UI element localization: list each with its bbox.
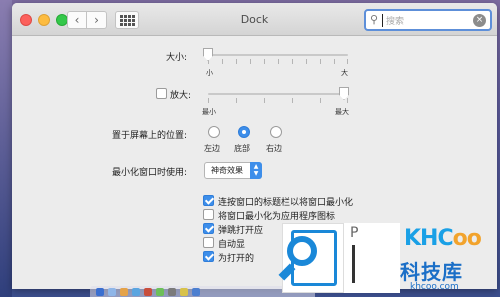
auto-hide-dock-label: 自动显 (218, 240, 246, 250)
magnification-slider-ticks (208, 98, 348, 103)
show-indicators-label: 为打开的 (218, 254, 255, 264)
position-label: 置于屏幕上的位置: (112, 131, 188, 141)
position-bottom-label: 底部 (234, 144, 250, 153)
minimize-effect-value: 神奇效果 (211, 166, 243, 175)
watermark-search-document-icon (278, 223, 344, 293)
watermark-brand: 科技库 (400, 260, 463, 284)
minimize-effect-popup[interactable]: 神奇效果 ▲ ▼ (204, 162, 262, 179)
dock-app-icon[interactable] (156, 288, 164, 296)
magnification-slider-track[interactable] (208, 93, 348, 95)
show-indicators-checkbox[interactable] (203, 251, 214, 262)
watermark-logo: KHCoo (404, 226, 482, 251)
double-click-minimize-checkbox[interactable] (203, 195, 214, 206)
size-label: 大小: (166, 53, 188, 63)
size-slider-track[interactable] (208, 54, 348, 56)
position-left-radio[interactable] (208, 126, 220, 138)
size-min-label: 小 (206, 69, 213, 77)
clear-icon[interactable]: × (473, 14, 486, 27)
animate-opening-apps-label: 弹跳打开应 (218, 226, 264, 236)
watermark-logo-accent: oo (452, 226, 482, 251)
watermark-logo-main: KHC (404, 226, 454, 251)
search-placeholder: 搜索 (386, 17, 405, 27)
desktop-background (0, 0, 12, 297)
magnification-min-label: 最小 (202, 108, 216, 116)
double-click-minimize-label: 连按窗口的标题栏以将窗口最小化 (218, 198, 354, 208)
watermark-letter: P (350, 225, 359, 241)
dock-app-icon[interactable] (168, 288, 176, 296)
minimize-effect-label: 最小化窗口时使用: (112, 168, 188, 178)
search-icon: ⚲ (370, 13, 379, 26)
position-right-label: 右边 (266, 144, 282, 153)
watermark-url: khcoo.com (410, 282, 459, 292)
dock-app-icon[interactable] (120, 288, 128, 296)
search-field[interactable]: ⚲ 搜索 × (364, 9, 492, 31)
watermark-divider (352, 245, 355, 283)
position-bottom-radio[interactable] (238, 126, 250, 138)
dock-app-icon[interactable] (108, 288, 116, 296)
magnification-checkbox[interactable] (156, 88, 167, 99)
dock-app-icon[interactable] (132, 288, 140, 296)
auto-hide-dock-checkbox[interactable] (203, 237, 214, 248)
magnifier-icon (287, 236, 317, 266)
magnification-max-label: 最大 (335, 108, 349, 116)
text-cursor (382, 14, 383, 27)
position-right-radio[interactable] (270, 126, 282, 138)
chevron-up-down-icon: ▲ ▼ (250, 162, 262, 179)
dock-app-icon[interactable] (192, 288, 200, 296)
size-slider-ticks (208, 59, 348, 64)
dock-app-icon[interactable] (96, 288, 104, 296)
dock-app-icon[interactable] (144, 288, 152, 296)
minimize-into-app-icon-label: 将窗口最小化为应用程序图标 (218, 212, 336, 222)
position-left-label: 左边 (204, 144, 220, 153)
title-bar: ‹ › Dock ⚲ 搜索 × (12, 3, 497, 36)
minimize-into-app-icon-checkbox[interactable] (203, 209, 214, 220)
dock-app-icon[interactable] (180, 288, 188, 296)
animate-opening-apps-checkbox[interactable] (203, 223, 214, 234)
magnification-label: 放大: (170, 91, 192, 101)
size-max-label: 大 (341, 69, 348, 77)
